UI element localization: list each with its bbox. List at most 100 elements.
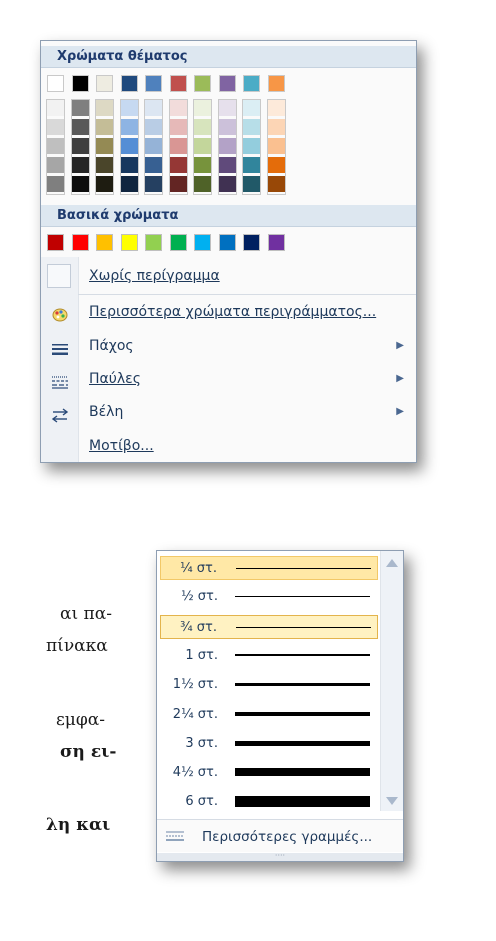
theme-shade-swatch[interactable] <box>96 157 113 173</box>
standard-color-swatch[interactable] <box>194 234 211 251</box>
theme-shade-swatch[interactable] <box>47 176 64 192</box>
theme-shade-swatch[interactable] <box>145 157 162 173</box>
theme-shade-swatch[interactable] <box>120 100 138 116</box>
scroll-up-icon[interactable] <box>386 559 398 567</box>
weight-item[interactable]: Πάχος ▶ <box>41 331 416 361</box>
theme-shade-swatch[interactable] <box>145 100 162 116</box>
theme-shade-swatch[interactable] <box>267 100 285 116</box>
theme-shade-swatch[interactable] <box>243 119 260 135</box>
theme-shade-swatch[interactable] <box>96 100 113 116</box>
theme-shade-swatch[interactable] <box>194 157 211 173</box>
line-weight-option[interactable]: 2¼ στ. <box>160 703 378 727</box>
theme-shade-swatch[interactable] <box>243 157 260 173</box>
theme-shade-swatch[interactable] <box>71 119 89 135</box>
body-text-fragment: πίνακα <box>46 636 108 656</box>
theme-shade-swatch[interactable] <box>120 119 138 135</box>
submenu-arrow-icon: ▶ <box>396 373 404 384</box>
theme-color-swatch[interactable] <box>194 75 211 92</box>
theme-shade-swatch[interactable] <box>218 100 236 116</box>
theme-shade-swatch[interactable] <box>96 138 113 154</box>
theme-shade-swatch[interactable] <box>96 176 113 192</box>
standard-color-swatch[interactable] <box>218 234 236 251</box>
theme-shade-swatch[interactable] <box>120 157 138 173</box>
standard-color-swatch[interactable] <box>120 234 138 251</box>
standard-color-swatch[interactable] <box>243 234 260 251</box>
theme-shade-swatch[interactable] <box>218 176 236 192</box>
theme-shade-swatch[interactable] <box>218 138 236 154</box>
theme-shade-swatch[interactable] <box>47 119 64 135</box>
more-outline-colors-item[interactable]: Περισσότερα χρώματα περιγράμματος... <box>41 297 416 327</box>
theme-shade-swatch[interactable] <box>169 157 187 173</box>
line-weight-label: 2¼ στ. <box>172 706 218 722</box>
theme-shade-swatch[interactable] <box>169 100 187 116</box>
line-weight-option[interactable]: ¾ στ. <box>160 614 378 639</box>
theme-shade-swatch[interactable] <box>71 157 89 173</box>
line-weight-option[interactable]: 3 στ. <box>160 732 378 756</box>
theme-shade-swatch[interactable] <box>145 119 162 135</box>
standard-color-swatch[interactable] <box>145 234 162 251</box>
theme-shade-swatch[interactable] <box>145 138 162 154</box>
line-weight-option[interactable]: 1 στ. <box>160 644 378 668</box>
theme-shade-swatch[interactable] <box>267 157 285 173</box>
theme-shade-swatch[interactable] <box>47 100 64 116</box>
theme-shade-swatch[interactable] <box>243 176 260 192</box>
body-text-fragment: αι πα- <box>60 604 112 624</box>
theme-color-swatch[interactable] <box>267 75 285 92</box>
standard-color-swatch[interactable] <box>47 234 64 251</box>
theme-shade-swatch[interactable] <box>169 176 187 192</box>
theme-shade-swatch[interactable] <box>194 176 211 192</box>
line-weight-option[interactable]: ½ στ. <box>160 585 378 609</box>
gallery-scrollbar[interactable] <box>380 551 403 811</box>
theme-shade-swatch[interactable] <box>169 119 187 135</box>
theme-shade-swatch[interactable] <box>218 157 236 173</box>
standard-color-swatch[interactable] <box>267 234 285 251</box>
line-weight-option[interactable]: 1½ στ. <box>160 673 378 697</box>
line-weight-option[interactable]: ¼ στ. <box>160 556 378 580</box>
theme-color-swatch[interactable] <box>120 75 138 92</box>
theme-shade-swatch[interactable] <box>71 100 89 116</box>
theme-shade-swatch[interactable] <box>267 176 285 192</box>
scroll-down-icon[interactable] <box>386 797 398 805</box>
line-weight-sample <box>235 711 370 716</box>
body-text-fragment: εμφα- <box>56 710 105 730</box>
theme-shade-swatch[interactable] <box>47 138 64 154</box>
theme-shade-swatch[interactable] <box>47 157 64 173</box>
standard-color-swatch[interactable] <box>71 234 89 251</box>
theme-shade-swatch[interactable] <box>71 176 89 192</box>
theme-color-swatch[interactable] <box>145 75 162 92</box>
theme-color-swatch[interactable] <box>169 75 187 92</box>
dashes-item[interactable]: Παύλες ▶ <box>41 364 416 394</box>
arrows-item[interactable]: Βέλη ▶ <box>41 397 416 427</box>
theme-shade-swatch[interactable] <box>194 119 211 135</box>
theme-shade-column <box>119 99 139 195</box>
theme-shade-swatch[interactable] <box>120 138 138 154</box>
theme-shade-swatch[interactable] <box>267 119 285 135</box>
theme-shade-swatch[interactable] <box>267 138 285 154</box>
theme-shade-swatch[interactable] <box>71 138 89 154</box>
pattern-item[interactable]: Μοτίβο... <box>41 431 416 461</box>
theme-shade-swatch[interactable] <box>96 119 113 135</box>
theme-color-swatch[interactable] <box>71 75 89 92</box>
theme-color-swatch[interactable] <box>47 75 64 92</box>
theme-shade-swatch[interactable] <box>194 100 211 116</box>
theme-shade-swatch[interactable] <box>218 119 236 135</box>
line-weight-option[interactable]: 4½ στ. <box>160 761 378 785</box>
theme-color-swatch[interactable] <box>96 75 113 92</box>
resize-grip[interactable]: ···· <box>157 852 403 861</box>
theme-shade-swatch[interactable] <box>243 138 260 154</box>
standard-color-swatch[interactable] <box>96 234 113 251</box>
theme-color-swatch[interactable] <box>218 75 236 92</box>
theme-color-swatch[interactable] <box>243 75 260 92</box>
standard-color-swatch[interactable] <box>169 234 187 251</box>
theme-shade-swatch[interactable] <box>243 100 260 116</box>
theme-shade-swatch[interactable] <box>169 138 187 154</box>
theme-shade-column <box>242 99 261 195</box>
submenu-arrow-icon: ▶ <box>396 406 404 417</box>
theme-shade-swatch[interactable] <box>120 176 138 192</box>
theme-shade-swatch[interactable] <box>145 176 162 192</box>
line-weight-option[interactable]: 6 στ. <box>160 790 378 814</box>
more-lines-item[interactable]: Περισσότερες γραμμές... <box>157 819 403 852</box>
no-outline-item[interactable]: Χωρίς περίγραμμα <box>41 261 416 291</box>
theme-shade-swatch[interactable] <box>194 138 211 154</box>
theme-shade-column <box>168 99 188 195</box>
